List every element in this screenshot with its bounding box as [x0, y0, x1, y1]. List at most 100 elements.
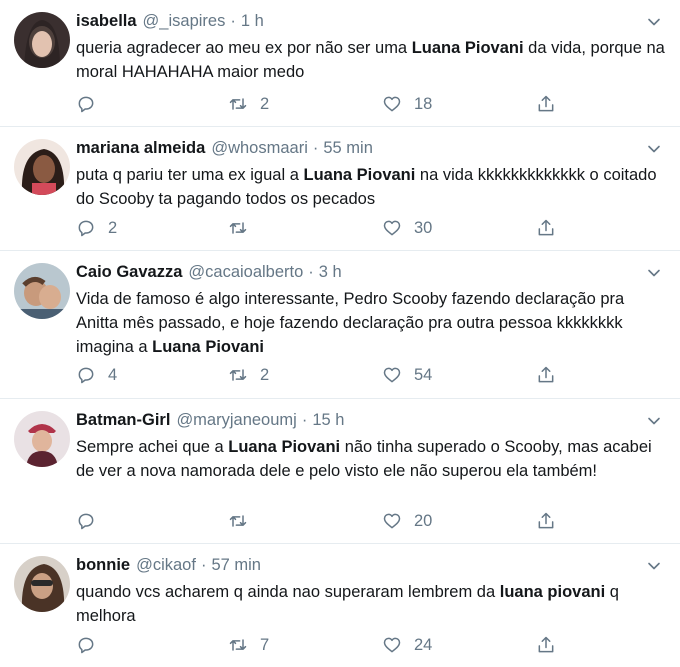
share-icon [538, 366, 554, 383]
tweet-header: bonnie @cikaof · 57 min [76, 556, 261, 578]
reply-button[interactable] [76, 509, 108, 533]
reply-button[interactable] [76, 633, 108, 657]
separator: · [200, 556, 207, 574]
reply-icon [78, 220, 94, 237]
reply-button[interactable]: 4 [76, 363, 117, 387]
username[interactable]: @_isapires [143, 12, 226, 31]
display-name[interactable]: Batman-Girl [76, 411, 170, 430]
display-name[interactable]: Caio Gavazza [76, 263, 182, 282]
avatar[interactable] [14, 12, 70, 68]
separator: · [230, 12, 236, 30]
display-name[interactable]: isabella [76, 12, 137, 31]
reply-icon [78, 96, 94, 113]
display-name[interactable]: bonnie [76, 556, 130, 575]
timestamp[interactable]: 1 h [241, 12, 264, 31]
chevron-down-icon[interactable] [646, 558, 662, 574]
retweet-icon [229, 639, 247, 651]
reply-button[interactable]: 2 [76, 216, 117, 240]
highlight: Luana Piovani [411, 39, 524, 57]
retweet-icon [229, 222, 247, 234]
like-button[interactable]: 24 [382, 633, 432, 657]
retweet-count: 7 [260, 635, 270, 654]
like-count: 54 [414, 365, 433, 384]
like-button[interactable]: 30 [382, 216, 432, 240]
tweet[interactable]: bonnie @cikaof · 57 min quando vcs achar… [0, 544, 680, 667]
text-part: queria agradecer ao meu ex por não ser u… [76, 39, 412, 57]
like-count: 18 [414, 94, 433, 113]
share-button[interactable] [536, 633, 556, 657]
display-name[interactable]: mariana almeida [76, 139, 205, 158]
reply-button[interactable] [76, 92, 108, 116]
timestamp[interactable]: 57 min [211, 556, 261, 575]
username[interactable]: @cikaof [136, 556, 196, 575]
retweet-count: 2 [260, 94, 270, 113]
retweet-icon [229, 369, 247, 381]
text-part: puta q pariu ter uma ex igual a [76, 166, 304, 184]
tweet-header: Batman-Girl @maryjaneoumj · 15 h [76, 411, 344, 433]
like-icon [383, 637, 401, 653]
reply-count: 4 [108, 365, 118, 384]
avatar[interactable] [14, 411, 70, 467]
tweet-header: Caio Gavazza @cacaioalberto · 3 h [76, 263, 342, 285]
retweet-icon [229, 515, 247, 527]
reply-icon [78, 513, 94, 530]
like-button[interactable]: 54 [382, 363, 432, 387]
chevron-down-icon[interactable] [646, 14, 662, 30]
chevron-down-icon[interactable] [646, 413, 662, 429]
highlight: Luana Piovani [228, 438, 341, 456]
retweet-icon [229, 98, 247, 110]
chevron-down-icon[interactable] [646, 141, 662, 157]
action-bar: 4 2 54 [76, 363, 576, 387]
share-icon [538, 95, 554, 112]
action-bar: 7 24 [76, 633, 576, 657]
tweet[interactable]: Caio Gavazza @cacaioalberto · 3 h Vida d… [0, 251, 680, 399]
tweet-text: quando vcs acharem q ainda nao superaram… [76, 580, 666, 628]
separator: · [301, 411, 308, 429]
tweet-text: Sempre achei que a Luana Piovani não tin… [76, 435, 666, 483]
tweet[interactable]: isabella @_isapires · 1 h queria agradec… [0, 0, 680, 127]
retweet-button[interactable] [228, 509, 260, 533]
highlight: luana piovani [499, 583, 606, 601]
avatar[interactable] [14, 263, 70, 319]
action-bar: 2 30 [76, 216, 576, 240]
username[interactable]: @maryjaneoumj [176, 411, 296, 430]
tweet-text: queria agradecer ao meu ex por não ser u… [76, 36, 666, 84]
avatar[interactable] [14, 139, 70, 195]
separator: · [312, 139, 319, 157]
timestamp[interactable]: 3 h [319, 263, 342, 282]
timestamp[interactable]: 55 min [323, 139, 373, 158]
tweet-text: Vida de famoso é algo interessante, Pedr… [76, 287, 666, 359]
username[interactable]: @cacaioalberto [188, 263, 303, 282]
retweet-button[interactable] [228, 216, 260, 240]
like-icon [383, 513, 401, 529]
tweet-feed: isabella @_isapires · 1 h queria agradec… [0, 0, 680, 667]
like-icon [383, 96, 401, 112]
share-icon [538, 636, 554, 653]
retweet-button[interactable]: 2 [228, 92, 269, 116]
like-icon [383, 220, 401, 236]
share-icon [538, 512, 554, 529]
tweet-header: isabella @_isapires · 1 h [76, 12, 264, 34]
retweet-button[interactable]: 2 [228, 363, 269, 387]
share-icon [538, 219, 554, 236]
reply-icon [78, 637, 94, 654]
tweet-text: puta q pariu ter uma ex igual a Luana Pi… [76, 163, 666, 211]
username[interactable]: @whosmaari [211, 139, 308, 158]
share-button[interactable] [536, 363, 556, 387]
like-icon [383, 367, 401, 383]
retweet-count: 2 [260, 365, 270, 384]
share-button[interactable] [536, 216, 556, 240]
tweet[interactable]: Batman-Girl @maryjaneoumj · 15 h Sempre … [0, 399, 680, 544]
chevron-down-icon[interactable] [646, 265, 662, 281]
share-button[interactable] [536, 509, 556, 533]
tweet[interactable]: mariana almeida @whosmaari · 55 min puta… [0, 127, 680, 251]
reply-count: 2 [108, 218, 118, 237]
share-button[interactable] [536, 92, 556, 116]
separator: · [308, 263, 314, 281]
avatar[interactable] [14, 556, 70, 612]
retweet-button[interactable]: 7 [228, 633, 269, 657]
timestamp[interactable]: 15 h [312, 411, 344, 430]
like-button[interactable]: 20 [382, 509, 432, 533]
action-bar: 2 18 [76, 92, 576, 116]
like-button[interactable]: 18 [382, 92, 432, 116]
